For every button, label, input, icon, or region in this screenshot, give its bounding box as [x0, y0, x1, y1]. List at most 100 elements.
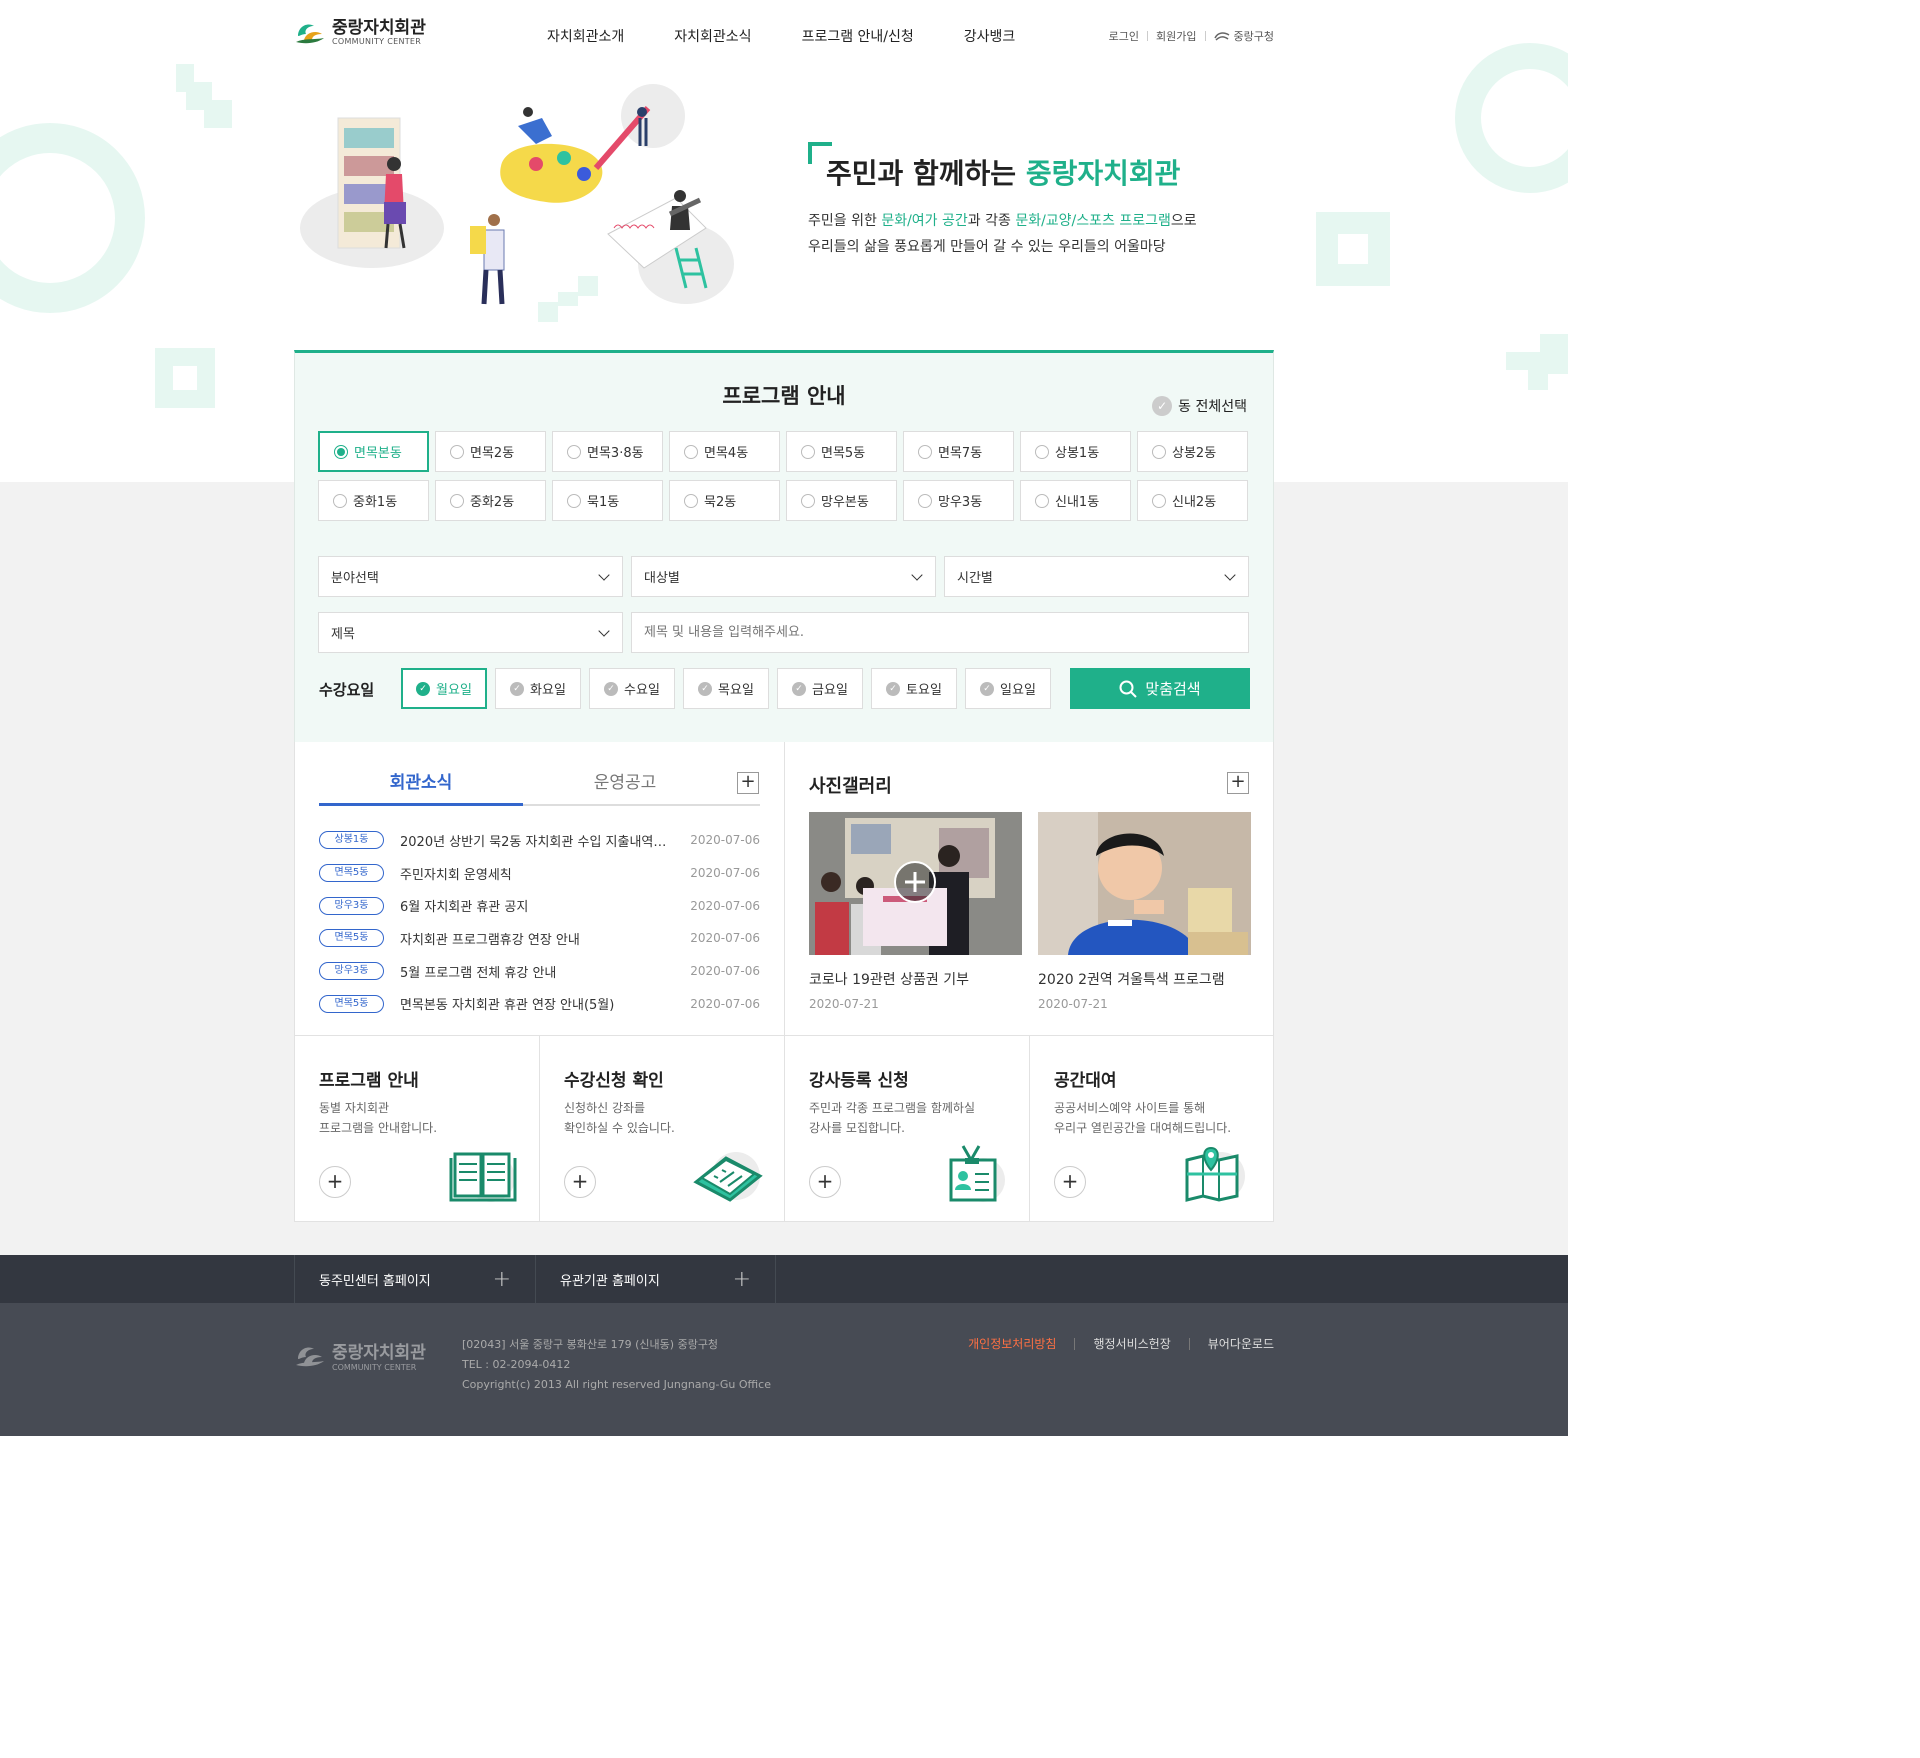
news-title[interactable]: 6월 자치회관 휴관 공지: [400, 896, 690, 915]
related-org-homepage-link[interactable]: 유관기관 홈페이지 +: [535, 1255, 776, 1303]
list-item[interactable]: 면목5동 주민자치회 운영세칙 2020-07-06: [319, 857, 760, 890]
radio-icon: [567, 444, 581, 459]
gallery-photo[interactable]: [1038, 812, 1251, 955]
join-link[interactable]: 회원가입: [1156, 28, 1196, 44]
map-icon: [1185, 1146, 1245, 1202]
search-title: 프로그램 안내: [722, 384, 846, 408]
dong-option[interactable]: 상봉2동: [1137, 431, 1248, 472]
dong-option-label: 중화2동: [470, 495, 515, 510]
all-dong-select[interactable]: ✓ 동 전체선택: [1152, 396, 1247, 416]
day-option-label: 목요일: [718, 683, 754, 698]
tab-operation-notice[interactable]: 운영공고: [523, 768, 727, 804]
news-title[interactable]: 2020년 상반기 묵2동 자치회관 수입 지출내역 공...: [400, 831, 690, 850]
quick-enrollment-check[interactable]: 수강신청 확인 신청하신 강좌를 확인하실 수 있습니다. +: [539, 1035, 785, 1222]
quick-title: 강사등록 신청: [809, 1071, 909, 1091]
quick-more-button[interactable]: +: [564, 1166, 596, 1198]
list-item[interactable]: 망우3동 6월 자치회관 휴관 공지 2020-07-06: [319, 889, 760, 922]
keyword-input[interactable]: [631, 612, 1249, 653]
day-option[interactable]: ✓ 일요일: [965, 668, 1051, 709]
news-date: 2020-07-06: [690, 964, 760, 979]
dong-option[interactable]: 면목3·8동: [552, 431, 663, 472]
dong-option[interactable]: 신내2동: [1137, 480, 1248, 521]
field-select[interactable]: 분야선택: [318, 556, 623, 597]
desc-highlight: 문화/교양/스포츠 프로그램: [1015, 213, 1171, 229]
divider: [1147, 31, 1149, 41]
search-type-select[interactable]: 제목: [318, 612, 623, 653]
login-link[interactable]: 로그인: [1109, 28, 1139, 44]
gallery-item[interactable]: 2020 2권역 겨울특색 프로그램 2020-07-21: [1038, 812, 1251, 1011]
dong-center-homepage-link[interactable]: 동주민센터 홈페이지 +: [294, 1255, 535, 1303]
news-title[interactable]: 5월 프로그램 전체 휴강 안내: [400, 962, 690, 981]
dong-option[interactable]: 면목2동: [435, 431, 546, 472]
tab-center-news[interactable]: 회관소식: [319, 768, 523, 806]
dong-option[interactable]: 면목본동: [318, 431, 429, 472]
field-select-value: 분야선택: [331, 571, 379, 586]
quick-more-button[interactable]: +: [319, 1166, 351, 1198]
nav-item-news[interactable]: 자치회관소식: [674, 26, 751, 46]
dong-option-label: 면목7동: [938, 446, 983, 461]
plus-icon: +: [492, 1266, 511, 1292]
news-title[interactable]: 주민자치회 운영세칙: [400, 864, 690, 883]
dong-option[interactable]: 망우3동: [903, 480, 1014, 521]
gu-office-link[interactable]: 중랑구청: [1213, 28, 1274, 44]
dong-option[interactable]: 면목7동: [903, 431, 1014, 472]
time-select[interactable]: 시간별: [944, 556, 1249, 597]
gallery-photo[interactable]: [809, 812, 1022, 955]
dong-option[interactable]: 상봉1동: [1020, 431, 1131, 472]
quick-space-rental[interactable]: 공간대여 공공서비스예약 사이트를 통해 우리구 열린공간을 대여해드립니다. …: [1029, 1035, 1274, 1222]
news-more-button[interactable]: +: [737, 772, 759, 794]
day-option[interactable]: ✓ 수요일: [589, 668, 675, 709]
list-item[interactable]: 면목5동 면목본동 자치회관 휴관 연장 안내(5월) 2020-07-06: [319, 987, 760, 1020]
day-option[interactable]: ✓ 금요일: [777, 668, 863, 709]
quick-title: 수강신청 확인: [564, 1071, 664, 1091]
dong-option-label: 면목3·8동: [587, 446, 644, 461]
dong-option[interactable]: 중화1동: [318, 480, 429, 521]
radio-icon: [1035, 493, 1049, 508]
gallery-more-button[interactable]: +: [1227, 772, 1249, 794]
list-item[interactable]: 면목5동 자치회관 프로그램휴강 연장 안내 2020-07-06: [319, 922, 760, 955]
quick-more-button[interactable]: +: [1054, 1166, 1086, 1198]
footer-link-label: 동주민센터 홈페이지: [319, 1273, 431, 1289]
dong-option[interactable]: 신내1동: [1020, 480, 1131, 521]
list-item[interactable]: 상봉1동 2020년 상반기 묵2동 자치회관 수입 지출내역 공... 2020-…: [319, 824, 760, 857]
gallery-item[interactable]: 코로나 19관련 상품권 기부 2020-07-21: [809, 812, 1022, 1011]
dong-option-label: 면목본동: [354, 446, 402, 461]
dong-badge: 면목5동: [319, 994, 384, 1013]
radio-icon: [333, 493, 347, 508]
service-charter-link[interactable]: 행정서비스헌장: [1093, 1335, 1170, 1352]
logo-title: 중랑자치회관: [332, 17, 426, 38]
day-option[interactable]: ✓ 토요일: [871, 668, 957, 709]
dong-option-label: 면목5동: [821, 446, 866, 461]
plus-icon: +: [732, 1266, 751, 1292]
viewer-download-link[interactable]: 뷰어다운로드: [1208, 1335, 1274, 1352]
logo[interactable]: 중랑자치회관 COMMUNITY CENTER: [294, 18, 426, 46]
nav-item-programs[interactable]: 프로그램 안내/신청: [802, 26, 914, 46]
dong-option[interactable]: 묵1동: [552, 480, 663, 521]
dong-option[interactable]: 묵2동: [669, 480, 780, 521]
gallery-caption[interactable]: 2020 2권역 겨울특색 프로그램: [1038, 969, 1251, 989]
day-option[interactable]: ✓ 화요일: [495, 668, 581, 709]
target-select[interactable]: 대상별: [631, 556, 936, 597]
news-title[interactable]: 자치회관 프로그램휴강 연장 안내: [400, 929, 690, 948]
dong-option[interactable]: 면목5동: [786, 431, 897, 472]
dong-option[interactable]: 면목4동: [669, 431, 780, 472]
radio-icon: [1152, 444, 1166, 459]
quick-more-button[interactable]: +: [809, 1166, 841, 1198]
check-icon: ✓: [604, 681, 619, 696]
dong-option-label: 망우3동: [938, 495, 983, 510]
custom-search-button[interactable]: 맞춤검색: [1070, 668, 1250, 709]
news-title[interactable]: 면목본동 자치회관 휴관 연장 안내(5월): [400, 994, 690, 1013]
quick-program-info[interactable]: 프로그램 안내 동별 자치회관 프로그램을 안내합니다. +: [294, 1035, 540, 1222]
dong-option[interactable]: 망우본동: [786, 480, 897, 521]
privacy-policy-link[interactable]: 개인정보처리방침: [968, 1335, 1056, 1352]
nav-item-instructor-bank[interactable]: 강사뱅크: [964, 26, 1016, 46]
gallery-caption[interactable]: 코로나 19관련 상품권 기부: [809, 969, 1022, 989]
nav-item-about[interactable]: 자치회관소개: [547, 26, 624, 46]
day-option[interactable]: ✓ 월요일: [401, 668, 487, 709]
dong-option[interactable]: 중화2동: [435, 480, 546, 521]
list-item[interactable]: 망우3동 5월 프로그램 전체 휴강 안내 2020-07-06: [319, 955, 760, 988]
day-option[interactable]: ✓ 목요일: [683, 668, 769, 709]
gallery-title: 사진갤러리: [809, 776, 892, 797]
news-date: 2020-07-06: [690, 898, 760, 913]
quick-instructor-register[interactable]: 강사등록 신청 주민과 각종 프로그램을 함께하실 강사를 모집합니다. +: [784, 1035, 1030, 1222]
